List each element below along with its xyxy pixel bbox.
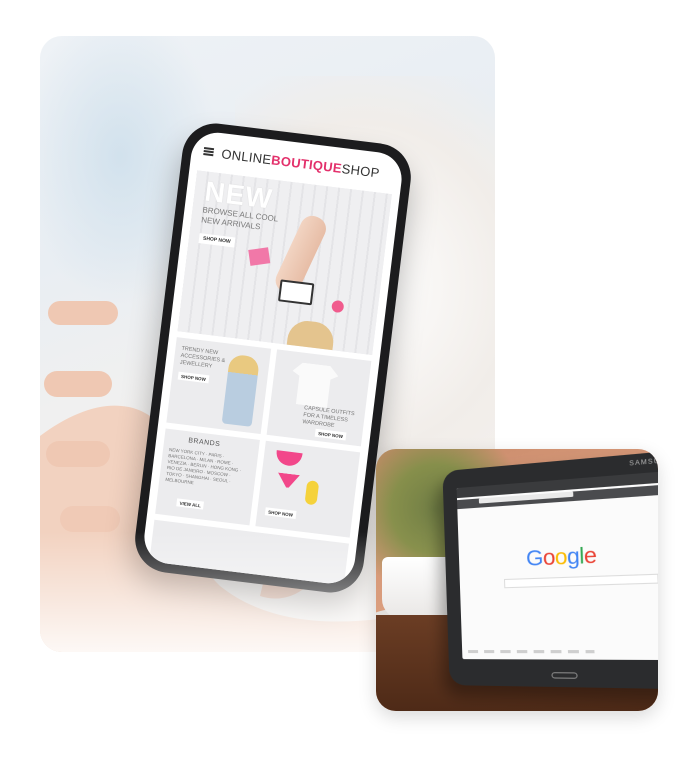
app-title-accent: BOUTIQUE [270,151,343,176]
tile-capsule-text: CAPSULE OUTFITS FOR A TIMELESS WARDROBE [302,405,355,429]
phone-screen: ONLINE BOUTIQUE SHOP NEW BROWSE ALL COOL… [141,129,405,587]
tablet-device: SAMSUNG Google [442,449,658,690]
tile-accessories-button[interactable]: SHOP NOW [177,371,210,384]
brands-list: NEW YORK CITY · PARIS · BARCELONA · MILA… [165,447,242,486]
google-logo: Google [525,543,597,571]
tile-brands[interactable]: BRANDS NEW YORK CITY · PARIS · BARCELONA… [155,428,260,526]
tile-swimwear-button[interactable]: SHOP NOW [264,507,297,519]
hamburger-menu-icon[interactable] [203,147,215,156]
tablet-brand-label: SAMSUNG [629,457,658,468]
tile-capsule-outfits[interactable]: CAPSULE OUTFITS FOR A TIMELESS WARDROBE … [266,349,372,447]
hero-shop-now-button[interactable]: SHOP NOW [198,233,236,248]
tile-accessories[interactable]: TRENDY NEW ACCESSORIES & JEWELLERY SHOP … [166,337,272,435]
google-search-input[interactable] [503,573,658,589]
brands-heading: BRANDS [187,437,221,449]
tablet-home-button[interactable] [551,672,578,679]
hero-tablet-prop [277,279,315,306]
hero-subtitle: BROWSE ALL COOL NEW ARRIVALS [200,205,279,232]
tshirt-photo [289,362,340,409]
tile-accessories-text: TRENDY NEW ACCESSORIES & JEWELLERY [179,345,226,370]
model-hair [286,318,336,351]
google-footer-links[interactable] [468,650,595,654]
bikini-bottom-photo [276,472,300,489]
app-title-prefix: ONLINE [220,145,273,167]
hero-banner: NEW BROWSE ALL COOL NEW ARRIVALS SHOP NO… [177,170,392,356]
pink-notebook [248,247,271,266]
app-title-suffix: SHOP [340,160,381,181]
bikini-top-photo [275,450,303,468]
tile-swimwear[interactable]: SHOP NOW [255,440,361,538]
brands-view-all-button[interactable]: VIEW ALL [176,498,205,510]
tablet-photo-card: SAMSUNG Google [376,449,658,711]
pink-flower [331,299,345,314]
flip-flop-photo [304,480,320,506]
tablet-screen: Google [456,469,658,661]
